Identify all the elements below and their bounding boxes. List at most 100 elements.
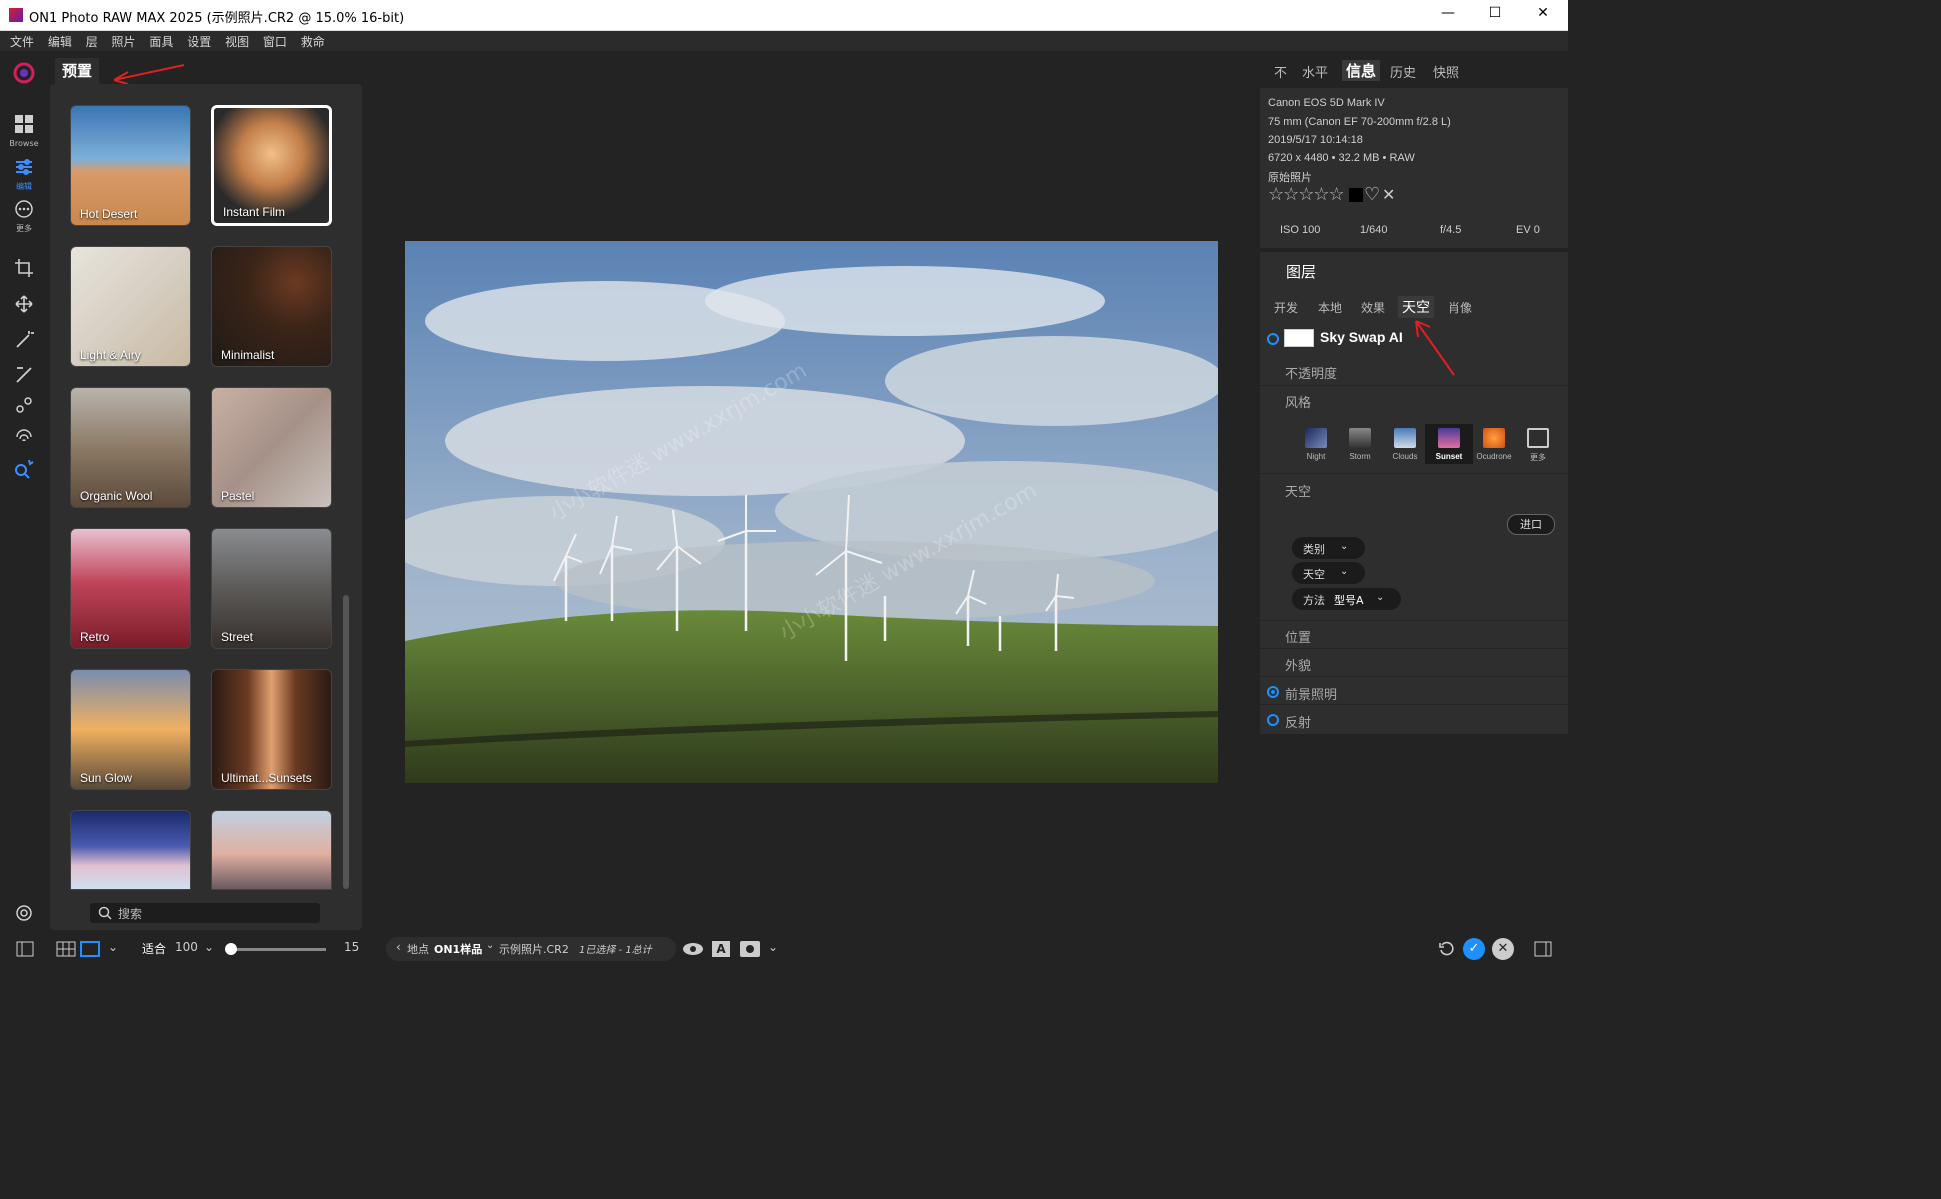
app-swirl-icon[interactable] [12,62,36,86]
menu-file[interactable]: 文件 [10,33,34,50]
style-night[interactable]: Night [1296,428,1336,461]
right-panel-toggle-icon[interactable] [1534,941,1552,957]
preset-light-airy[interactable]: Light & Airy [70,246,191,367]
minimize-icon[interactable]: — [1433,5,1463,21]
fingerprint-icon[interactable] [12,425,36,449]
module-enable-toggle[interactable] [1267,333,1279,345]
presets-tab[interactable]: 预置 [55,58,100,84]
tab-nav[interactable]: 不 [1274,62,1287,81]
edit-label: 编辑 [16,182,32,191]
preset-sun-glow[interactable]: Sun Glow [70,669,191,790]
menu-mask[interactable]: 面具 [149,33,173,50]
preset-instant-film[interactable]: Instant Film [211,105,332,226]
preset-ultimate-sunsets[interactable]: Ultimat...Sunsets [211,669,332,790]
tab-effects[interactable]: 效果 [1361,299,1385,316]
preset-minimalist[interactable]: Minimalist [211,246,332,367]
chevron-left-icon[interactable]: ‹ [396,940,401,954]
tab-info[interactable]: 信息 [1342,60,1381,81]
brush-icon[interactable] [12,365,36,389]
cancel-x-icon[interactable]: ✕ [1492,938,1514,960]
tab-develop[interactable]: 开发 [1274,299,1298,316]
menu-edit[interactable]: 编辑 [48,33,72,50]
chevron-down-icon[interactable]: ⌄ [204,940,214,954]
zoom-slider-handle[interactable] [225,943,237,955]
tab-snapshots[interactable]: 快照 [1433,62,1459,81]
preset-retro[interactable]: Retro [70,528,191,649]
original-photo-label: 原始照片 [1268,172,1312,184]
maximize-icon[interactable]: ☐ [1480,5,1510,21]
preset-hot-desert[interactable]: Hot Desert [70,105,191,226]
foreground-toggle[interactable] [1267,686,1279,698]
chevron-down-icon: ⌄ [1340,541,1349,552]
foreground-lighting-section[interactable]: 前景照明 [1260,676,1568,704]
info-panel: Canon EOS 5D Mark IV 75 mm (Canon EF 70-… [1260,88,1568,248]
sky-dropdown[interactable]: 天空 ⌄ [1292,562,1365,584]
tab-levels[interactable]: 水平 [1302,62,1328,81]
location-label[interactable]: 地点 [407,941,429,957]
crop-icon[interactable] [12,258,36,282]
style-more[interactable]: 更多 [1518,428,1558,463]
preset-city[interactable] [211,810,332,890]
star-rating[interactable]: ☆☆☆☆☆ [1268,184,1345,205]
close-icon[interactable]: ✕ [1528,5,1558,21]
tab-portrait[interactable]: 肖像 [1448,299,1472,316]
preset-street[interactable]: Street [211,528,332,649]
iso-value: ISO 100 [1280,224,1321,236]
edit-sliders-icon[interactable] [12,157,36,181]
tab-local[interactable]: 本地 [1318,299,1342,316]
menu-photo[interactable]: 照片 [112,33,136,50]
mask-view-icon[interactable] [740,941,760,957]
panel-toggle-icon[interactable] [16,941,34,957]
opacity-label[interactable]: 不透明度 [1285,363,1337,382]
preset-pastel[interactable]: Pastel [211,387,332,508]
category-dropdown[interactable]: 类别 ⌄ [1292,537,1365,559]
chevron-down-icon[interactable]: ⌄ [108,940,118,954]
zoom-slider-track[interactable] [226,948,326,951]
file-name: 示例照片.CR2 [499,943,569,956]
preset-mountains[interactable] [70,810,191,890]
tab-history[interactable]: 历史 [1390,62,1416,81]
position-section[interactable]: 位置 [1260,620,1568,648]
search-refine-icon[interactable] [12,458,36,482]
fit-button[interactable]: 适合 [142,940,166,957]
appearance-section[interactable]: 外貌 [1260,648,1568,676]
clone-stamp-icon[interactable] [12,395,36,419]
method-dropdown[interactable]: 方法 型号A ⌄ [1292,588,1401,610]
cloud-sync-icon[interactable] [12,903,36,927]
menu-help[interactable]: 救命 [301,33,325,50]
menu-window[interactable]: 窗口 [263,33,287,50]
single-view-icon[interactable] [80,941,100,957]
eye-icon[interactable] [682,941,704,957]
menu-view[interactable]: 视图 [225,33,249,50]
browse-grid-icon[interactable] [12,114,36,138]
chevron-down-icon[interactable]: ⌄ [486,940,494,951]
zoom-value[interactable]: 100 [175,940,198,954]
reflection-section[interactable]: 反射 [1260,704,1568,734]
menu-layer[interactable]: 层 [86,33,98,50]
main-photo[interactable]: 小小软件迷 www.xxrjm.com 小小软件迷 www.xxrjm.com [405,241,1218,783]
style-ocudrone[interactable]: Ocudrone [1474,428,1514,461]
chevron-down-icon[interactable]: ⌄ [768,940,778,954]
color-label-swatch[interactable] [1349,188,1363,202]
presets-scrollbar[interactable] [343,595,349,889]
reflection-toggle[interactable] [1267,714,1279,726]
heart-icon[interactable]: ♡ [1364,184,1380,205]
folder-name[interactable]: ON1样品 [434,941,482,957]
import-button[interactable]: 进口 [1507,514,1555,535]
magic-wand-icon[interactable] [12,330,36,354]
apply-check-icon[interactable]: ✓ [1463,938,1485,960]
capture-datetime: 2019/5/17 10:14:18 [1268,134,1363,146]
reject-icon[interactable]: ✕ [1382,185,1395,205]
more-dots-icon[interactable] [12,199,36,223]
style-storm[interactable]: Storm [1340,428,1380,461]
reset-icon[interactable] [1438,941,1454,957]
style-clouds[interactable]: Clouds [1385,428,1425,461]
search-placeholder: 搜索 [118,907,143,921]
preset-search-input[interactable]: 搜索 [90,903,320,923]
grid-view-icon[interactable] [56,941,76,957]
style-sunset[interactable]: Sunset [1425,424,1473,464]
text-overlay-icon[interactable]: A [712,941,730,957]
transform-move-icon[interactable] [12,294,36,318]
menu-settings[interactable]: 设置 [187,33,211,50]
preset-organic-wool[interactable]: Organic Wool [70,387,191,508]
